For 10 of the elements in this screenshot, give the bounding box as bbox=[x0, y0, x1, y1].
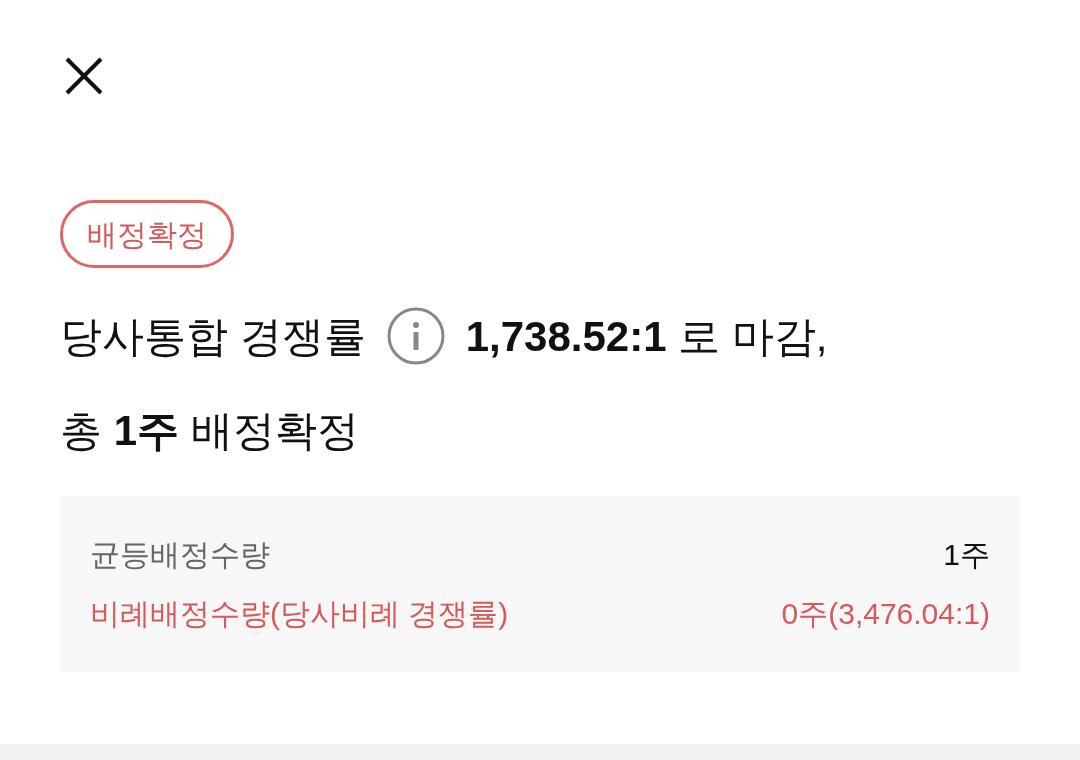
headline-text: 총 1주 배정확정 bbox=[60, 405, 359, 456]
detail-value: 1주 bbox=[943, 537, 990, 573]
headline-text: 당사통합 경쟁률 bbox=[60, 311, 366, 362]
detail-label: 비례배정수량(당사비례 경쟁률) bbox=[90, 596, 509, 632]
close-button[interactable] bbox=[64, 56, 104, 96]
detail-value: 0주(3,476.04:1) bbox=[781, 596, 990, 632]
headline-text: 1,738.52:1 로 마감, bbox=[465, 311, 828, 362]
info-icon[interactable] bbox=[385, 306, 446, 366]
status-badge: 배정확정 bbox=[60, 200, 234, 268]
detail-label: 균등배정수량 bbox=[90, 537, 270, 573]
